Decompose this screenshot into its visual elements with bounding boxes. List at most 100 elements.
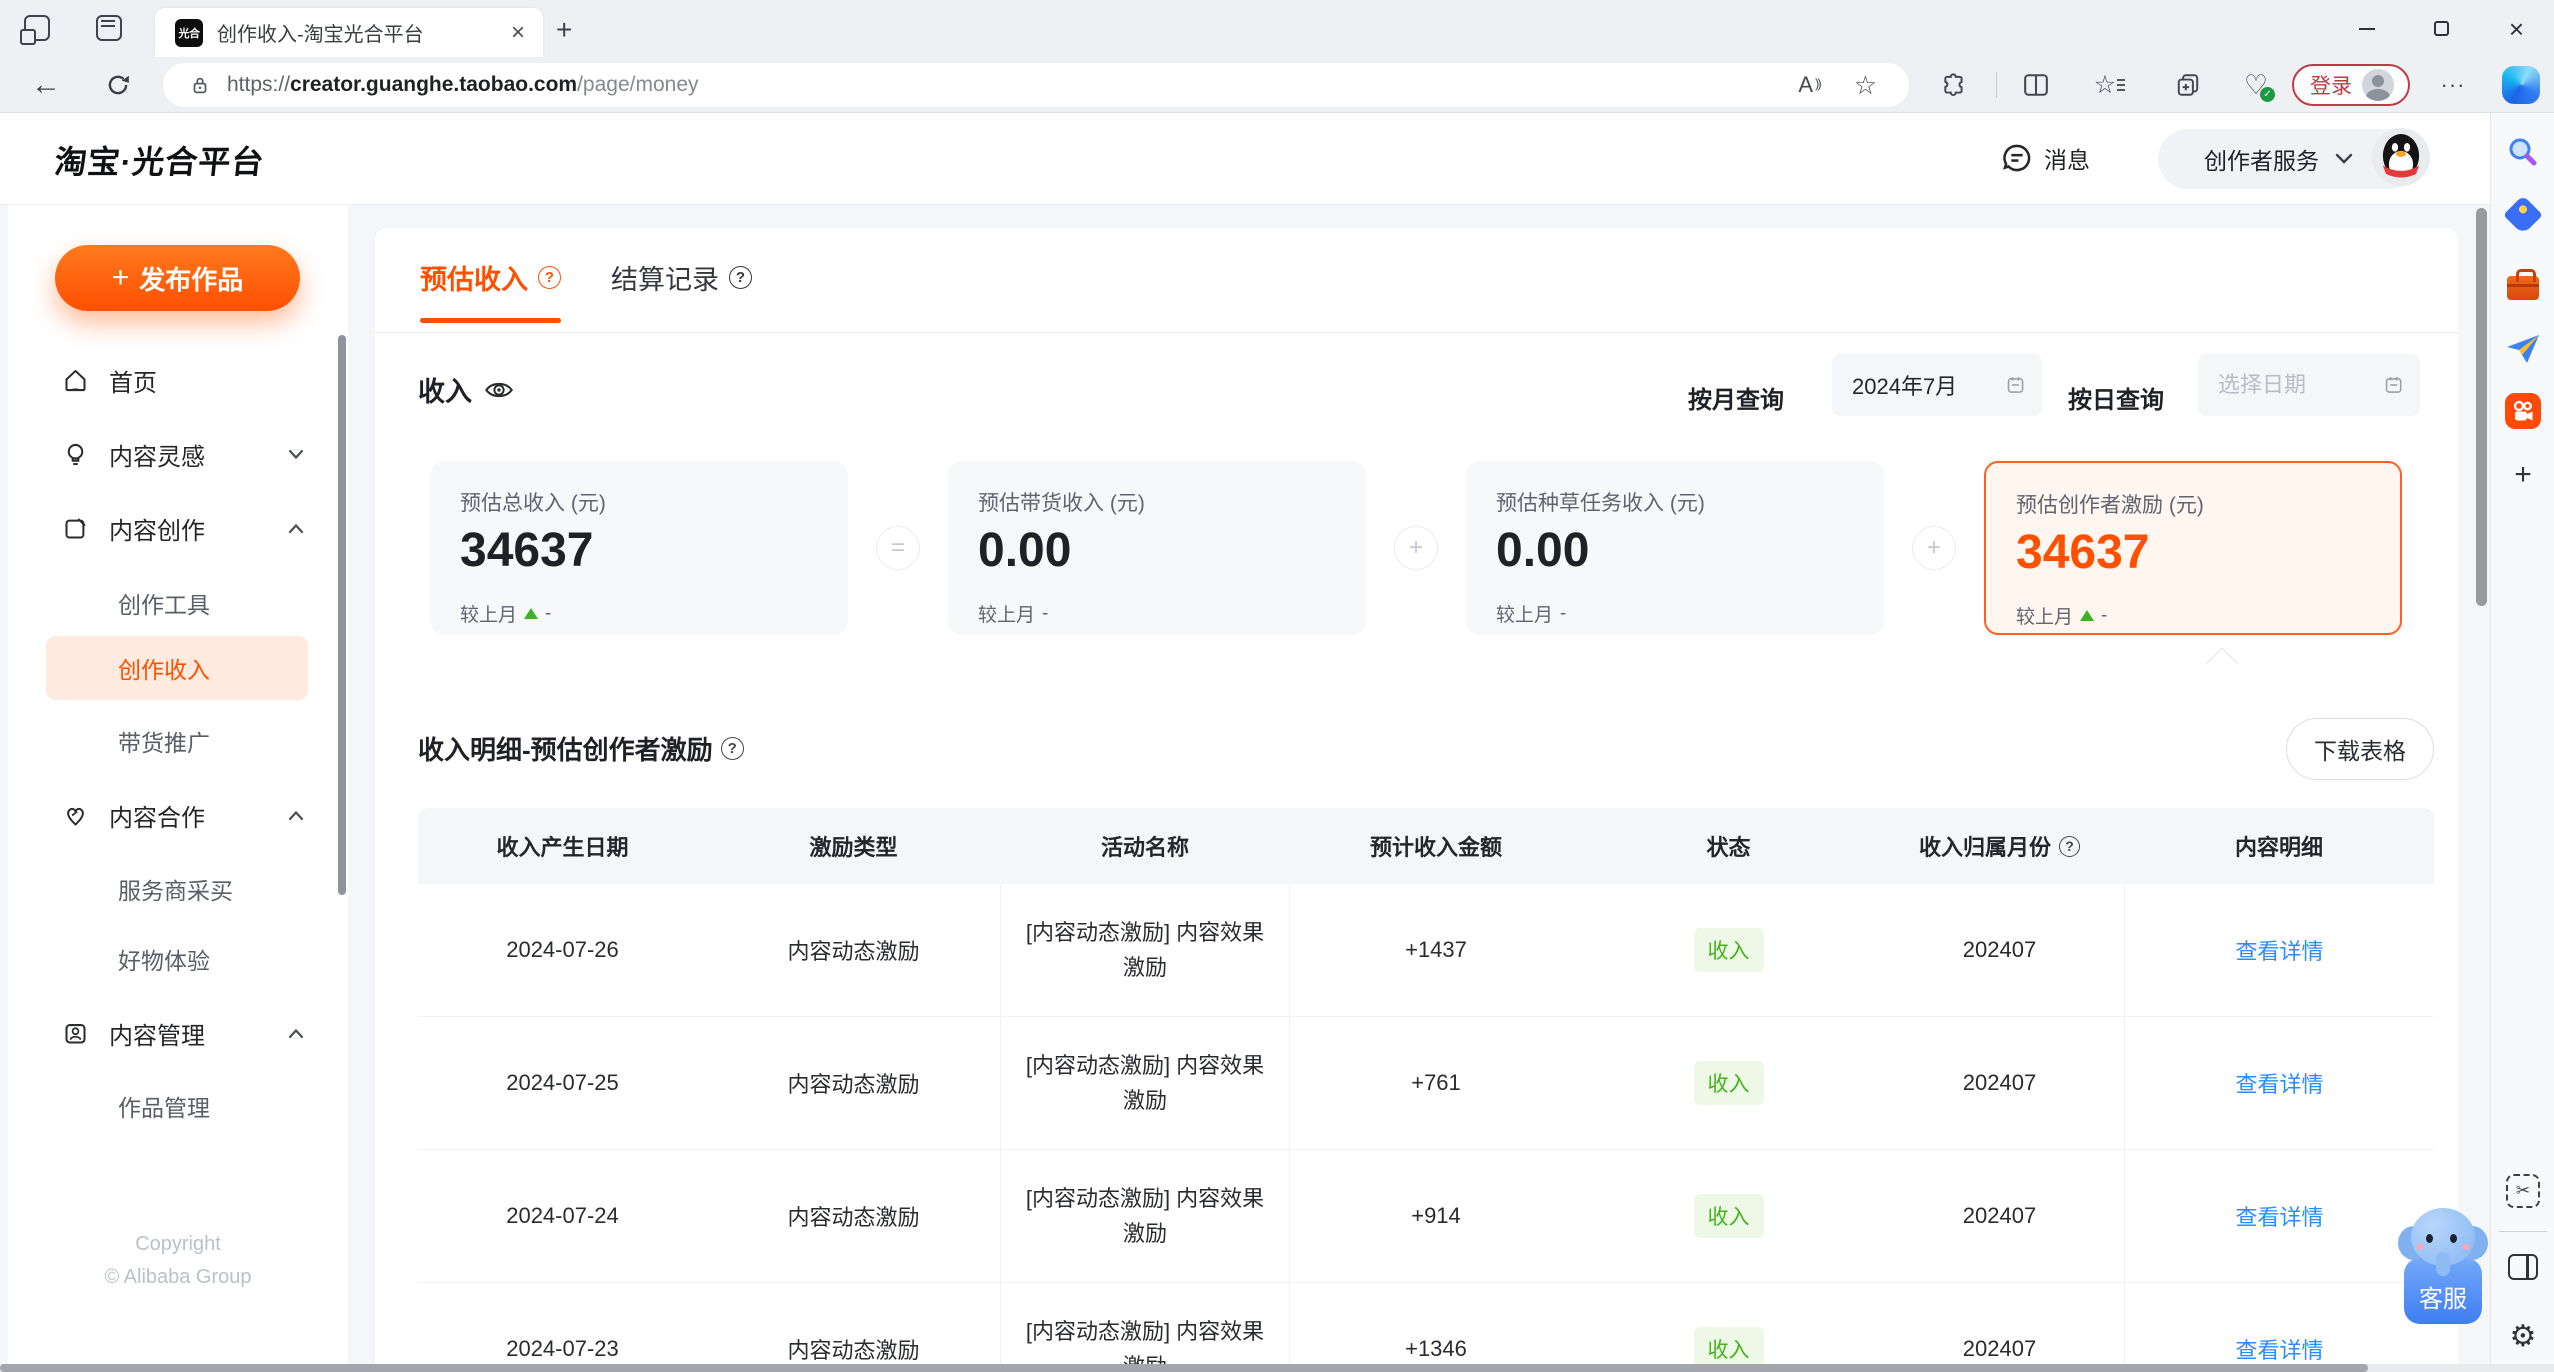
page-scrollbar[interactable]	[2476, 208, 2487, 606]
card-total-income[interactable]: 预估总收入 (元) 34637 较上月 -	[430, 461, 848, 635]
view-details-link[interactable]: 查看详情	[2235, 1200, 2323, 1232]
url-scheme: https://	[227, 73, 291, 96]
sidebar-item-creation[interactable]: 内容创作	[8, 496, 348, 560]
gear-icon[interactable]: ⚙	[2503, 1317, 2543, 1357]
sidebar-item-creation-tools[interactable]: 创作工具	[8, 571, 348, 635]
table-row: 2024-07-24 内容动态激励 [内容动态激励] 内容效果激励 +914 收…	[418, 1150, 2434, 1283]
help-icon[interactable]: ?	[729, 266, 752, 289]
query-by-day-label: 按日查询	[2068, 387, 2164, 414]
tab-settlement-records[interactable]: 结算记录 ?	[611, 258, 752, 323]
tab-close-icon[interactable]: ×	[511, 20, 525, 45]
cell-month: 202407	[1962, 1203, 2037, 1228]
sidebar-item-home[interactable]: 首页	[8, 348, 348, 412]
publish-work-button[interactable]: + 发布作品	[55, 245, 300, 311]
sidebar-item-service-purchase[interactable]: 服务商采买	[8, 857, 348, 921]
kuaishou-icon[interactable]	[2503, 391, 2543, 431]
split-screen-icon[interactable]	[2019, 70, 2053, 100]
back-icon: ←	[31, 68, 61, 101]
user-avatar[interactable]	[2372, 128, 2430, 186]
site-header: 淘宝·光合平台 消息 创作者服务	[0, 113, 2554, 205]
tab-estimated-income[interactable]: 预估收入 ?	[420, 258, 561, 323]
copilot-icon[interactable]	[2502, 66, 2540, 104]
card-goods-income[interactable]: 预估带货收入 (元) 0.00 较上月 -	[948, 461, 1366, 635]
elephant-cheek-right	[2462, 1244, 2470, 1250]
sidebar-item-label: 内容管理	[109, 1022, 205, 1050]
url-text: https://creator.guanghe.taobao.com/page/…	[227, 73, 1798, 97]
sidebar-item-cooperation[interactable]: 内容合作	[8, 783, 348, 847]
messages-button[interactable]: 消息	[2000, 141, 2090, 175]
cell-type: 内容动态激励	[787, 1072, 920, 1097]
sidebar-item-content-management[interactable]: 内容管理	[8, 1001, 348, 1065]
new-tab-button[interactable]: +	[556, 16, 572, 44]
screenshot-snip-icon[interactable]: ✂	[2503, 1171, 2543, 1211]
list-lines-icon	[2117, 79, 2126, 91]
search-icon[interactable]	[2503, 133, 2543, 173]
month-picker[interactable]	[1832, 354, 2042, 416]
read-aloud-icon[interactable]: A))	[1798, 72, 1821, 98]
sidebar-item-label: 内容创作	[109, 517, 205, 545]
day-picker-input[interactable]	[2218, 372, 2383, 398]
collections-icon[interactable]	[2171, 70, 2205, 100]
chevron-down-icon	[2335, 153, 2353, 164]
month-picker-input[interactable]	[1852, 372, 2005, 398]
tab-actions-icon[interactable]	[96, 15, 122, 41]
drop-send-icon[interactable]	[2503, 329, 2543, 369]
sidebar-item-product-trial[interactable]: 好物体验	[8, 927, 348, 991]
copyright-line-2: © Alibaba Group	[104, 1266, 252, 1288]
edge-sidebar-rail: + ✂ ⚙	[2490, 113, 2554, 1372]
tools-toolbox-icon[interactable]	[2503, 265, 2543, 305]
browser-tab[interactable]: 光合 创作收入-淘宝光合平台 ×	[155, 8, 543, 57]
day-picker[interactable]	[2198, 354, 2420, 416]
window-minimize-button[interactable]	[2329, 0, 2404, 57]
window-close-button[interactable]: ×	[2479, 0, 2554, 57]
card-creator-incentive[interactable]: 预估创作者激励 (元) 34637 较上月 -	[1984, 461, 2402, 635]
view-details-link[interactable]: 查看详情	[2235, 934, 2323, 966]
copy-plus-icon	[2177, 74, 2199, 96]
tabs-divider	[375, 332, 2458, 333]
plus-icon: +	[111, 261, 130, 294]
card-label: 预估带货收入 (元)	[978, 492, 1145, 515]
card-value: 0.00	[978, 524, 1072, 577]
login-button[interactable]: 登录	[2292, 64, 2410, 106]
url-host: creator.guanghe.taobao.com	[290, 73, 578, 96]
help-icon[interactable]: ?	[538, 266, 561, 289]
sidebar-scrollbar[interactable]	[338, 335, 346, 895]
settings-more-icon[interactable]: ···	[2436, 70, 2470, 100]
card-seeding-task-income[interactable]: 预估种草任务收入 (元) 0.00 较上月 -	[1466, 461, 1884, 635]
income-section-title: 收入	[418, 370, 514, 409]
help-icon[interactable]: ?	[720, 737, 744, 760]
help-icon[interactable]: ?	[2059, 835, 2080, 857]
browser-essentials-icon[interactable]: ♡ ✓	[2239, 70, 2275, 102]
customer-service-widget[interactable]: 客服	[2398, 1200, 2488, 1330]
sidebar-item-promotion[interactable]: 带货推广	[8, 709, 348, 773]
site-logo[interactable]: 淘宝·光合平台	[53, 137, 268, 183]
horizontal-scrollbar-track[interactable]	[0, 1364, 2554, 1372]
address-bar[interactable]: https://creator.guanghe.taobao.com/page/…	[163, 63, 1909, 107]
card-label: 预估种草任务收入 (元)	[1496, 492, 1705, 515]
sidebar-toggle-icon[interactable]	[2503, 1247, 2543, 1287]
favorites-hub-icon[interactable]: ☆	[2093, 70, 2127, 100]
home-icon	[65, 369, 86, 391]
horizontal-scrollbar-thumb[interactable]	[0, 1364, 2368, 1372]
window-maximize-button[interactable]	[2404, 0, 2479, 57]
income-detail-table: 收入产生日期 激励类型 活动名称 预计收入金额 状态 收入归属月份? 内容明细 …	[418, 808, 2434, 1372]
workspaces-icon[interactable]	[20, 15, 50, 45]
download-table-button[interactable]: 下载表格	[2286, 718, 2434, 780]
add-to-sidebar-icon[interactable]: +	[2503, 455, 2543, 495]
sidebar-item-works-management[interactable]: 作品管理	[8, 1074, 348, 1138]
eye-icon[interactable]	[484, 378, 514, 402]
shopping-tag-icon[interactable]	[2503, 195, 2543, 235]
selected-card-caret	[2206, 647, 2238, 679]
cell-activity: [内容动态激励] 内容效果激励	[1000, 1150, 1290, 1282]
sidebar-item-creation-income[interactable]: 创作收入	[46, 636, 308, 700]
cell-status: 收入	[1582, 1150, 1875, 1282]
back-button[interactable]: ←	[30, 68, 62, 101]
sidebar-item-label: 首页	[109, 369, 157, 397]
extensions-icon[interactable]	[1937, 70, 1971, 100]
sidebar-item-inspiration[interactable]: 内容灵感	[8, 422, 348, 486]
view-details-link[interactable]: 查看详情	[2235, 1333, 2323, 1365]
favorite-star-icon[interactable]: ☆	[1854, 70, 1877, 101]
view-details-link[interactable]: 查看详情	[2235, 1067, 2323, 1099]
check-badge-icon: ✓	[2260, 87, 2275, 102]
refresh-button[interactable]	[102, 69, 134, 101]
